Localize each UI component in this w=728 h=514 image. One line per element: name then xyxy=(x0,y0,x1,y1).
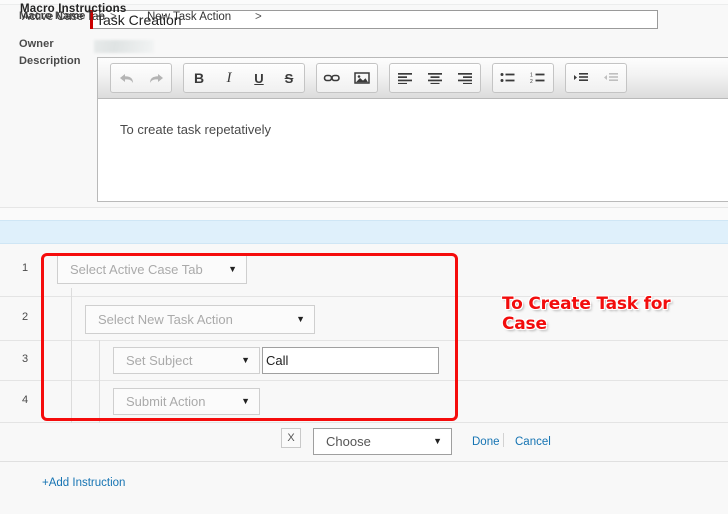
add-instruction-link[interactable]: +Add Instruction xyxy=(42,477,125,489)
italic-icon[interactable]: I xyxy=(214,65,244,91)
done-link[interactable]: Done xyxy=(472,436,500,448)
select-active-case-tab-dropdown[interactable]: Select Active Case Tab ▼ xyxy=(57,254,247,284)
set-subject-dropdown[interactable]: Set Subject ▼ xyxy=(113,347,260,374)
select-value: Submit Action xyxy=(126,394,206,409)
macro-instructions-header xyxy=(0,220,728,244)
choose-dropdown[interactable]: Choose ▼ xyxy=(313,428,452,455)
row-number: 4 xyxy=(22,394,29,406)
align-left-icon[interactable] xyxy=(390,65,420,91)
numbered-list-icon[interactable]: 1 2 xyxy=(523,65,553,91)
editor-toolbar: B I U S 1 2 xyxy=(98,58,728,99)
indent-icon[interactable] xyxy=(566,65,596,91)
subject-text-input[interactable] xyxy=(262,347,439,374)
choose-value: Choose xyxy=(326,434,371,449)
description-editor-body[interactable]: To create task repetatively xyxy=(98,99,728,201)
toolbar-group-align xyxy=(389,63,481,93)
tree-rule xyxy=(99,340,100,381)
tree-rule xyxy=(71,340,72,381)
submit-action-dropdown[interactable]: Submit Action ▼ xyxy=(113,388,260,415)
section-spacer xyxy=(0,207,728,221)
cancel-link[interactable]: Cancel xyxy=(515,436,551,448)
chevron-down-icon: ▼ xyxy=(228,263,237,274)
breadcrumb-separator: > xyxy=(255,11,262,23)
select-value: Select New Task Action xyxy=(98,312,233,327)
macro-detail-page: Macro Name Owner Description B I U S xyxy=(0,0,728,514)
toolbar-group-history xyxy=(110,63,172,93)
description-label: Description xyxy=(19,55,81,67)
row-number: 2 xyxy=(22,311,29,323)
row-number: 1 xyxy=(22,262,29,274)
align-center-icon[interactable] xyxy=(420,65,450,91)
select-value: Select Active Case Tab xyxy=(70,261,203,277)
remove-instruction-button[interactable]: X xyxy=(281,428,301,448)
chevron-down-icon: ▼ xyxy=(241,396,250,406)
outdent-icon[interactable] xyxy=(596,65,626,91)
breadcrumb-item-new-task-action[interactable]: New Task Action xyxy=(147,11,231,23)
undo-icon[interactable] xyxy=(111,65,141,91)
action-link-divider xyxy=(503,433,504,447)
underline-icon[interactable]: U xyxy=(244,65,274,91)
toolbar-group-insert xyxy=(316,63,378,93)
table-row: 1 Select Active Case Tab ▼ xyxy=(0,244,728,297)
breadcrumb-separator: > xyxy=(110,11,117,23)
owner-label: Owner xyxy=(19,38,54,50)
align-right-icon[interactable] xyxy=(450,65,480,91)
description-rich-text-editor: B I U S 1 2 To create task repetatively xyxy=(97,57,728,202)
chevron-down-icon: ▼ xyxy=(296,314,305,324)
tree-rule xyxy=(71,288,72,341)
row-number: 3 xyxy=(22,353,29,365)
svg-text:2: 2 xyxy=(530,79,533,84)
select-value: Set Subject xyxy=(126,353,193,368)
chevron-down-icon: ▼ xyxy=(433,436,442,446)
bold-icon[interactable]: B xyxy=(184,65,214,91)
strikethrough-icon[interactable]: S xyxy=(274,65,304,91)
tree-rule xyxy=(99,380,100,423)
select-new-task-action-dropdown[interactable]: Select New Task Action ▼ xyxy=(85,305,315,334)
redo-icon[interactable] xyxy=(141,65,171,91)
chevron-down-icon: ▼ xyxy=(241,355,250,365)
image-icon[interactable] xyxy=(347,65,377,91)
owner-value-redacted xyxy=(94,40,154,53)
annotation-label: To Create Task for Case xyxy=(502,294,671,334)
table-row: 3 Set Subject ▼ xyxy=(0,340,728,381)
link-icon[interactable] xyxy=(317,65,347,91)
table-row: 4 Submit Action ▼ xyxy=(0,380,728,423)
breadcrumb-item-active-case-tab[interactable]: Active Case Tab xyxy=(22,11,105,23)
bullet-list-icon[interactable] xyxy=(493,65,523,91)
tree-rule xyxy=(71,380,72,423)
svg-text:1: 1 xyxy=(530,73,533,79)
toolbar-group-text-style: B I U S xyxy=(183,63,305,93)
toolbar-group-indent xyxy=(565,63,627,93)
toolbar-group-lists: 1 2 xyxy=(492,63,554,93)
